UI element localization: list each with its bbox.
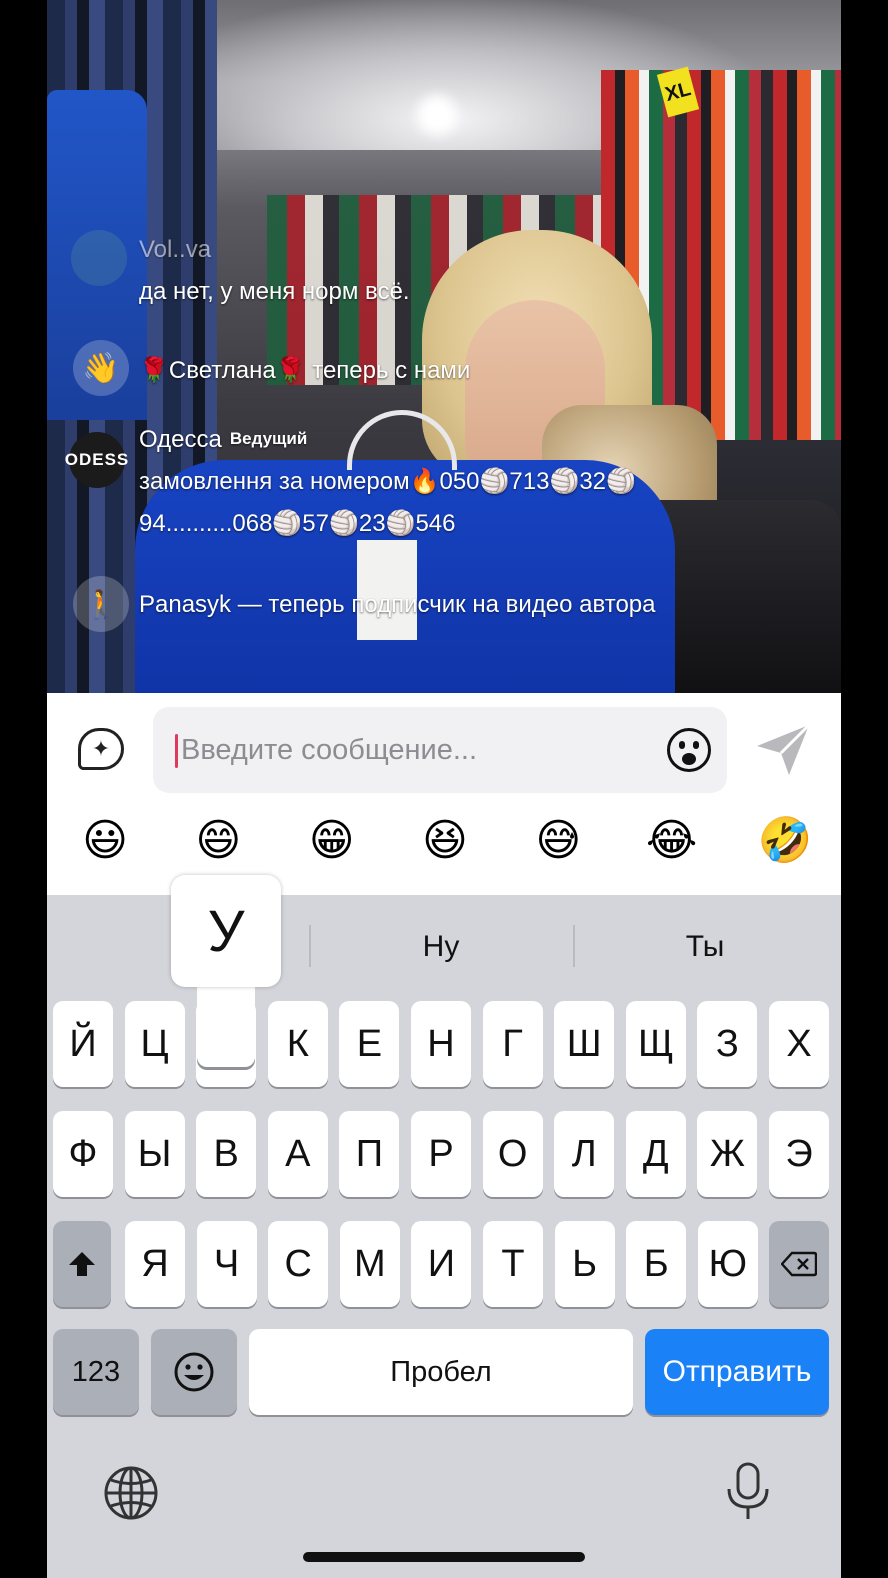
emoji-rofl[interactable]: 🤣 [755,811,815,871]
letter-key[interactable]: В [196,1111,257,1197]
emoji-keyboard-key[interactable] [151,1329,237,1415]
numbers-key[interactable]: 123 [53,1329,139,1415]
chat-message: да нет, у меня норм всё. [139,278,410,305]
letter-key[interactable]: И [411,1221,472,1307]
shift-icon [69,1252,95,1276]
chat-username[interactable]: Одесса [139,426,222,453]
chat-avatar-odessa[interactable]: ODESS [65,432,128,488]
letter-key[interactable]: Е [339,1001,400,1087]
letter-key[interactable]: З [697,1001,758,1087]
backspace-key[interactable] [769,1221,829,1307]
home-indicator [303,1552,585,1562]
chat-message: 94..........068🏐57🏐23🏐546 [139,510,456,537]
letter-key[interactable]: Т [483,1221,543,1307]
popup-letter: У [171,875,281,987]
price-tag [357,540,417,640]
letter-key[interactable]: Я [125,1221,185,1307]
letter-key[interactable]: Ы [124,1111,185,1197]
globe-icon[interactable] [103,1465,159,1521]
letter-key[interactable]: Э [769,1111,829,1197]
host-badge: Ведущий [229,429,308,448]
letter-key[interactable]: Д [625,1111,686,1197]
chat-message: замовлення за номером🔥050🏐713🏐32🏐 [139,468,636,495]
letter-key[interactable]: Б [626,1221,687,1307]
emoji-joy[interactable]: 😂 [642,811,702,871]
emoji-sweat-smile[interactable]: 😅 [528,811,588,871]
letter-key[interactable]: Ш [554,1001,615,1087]
letter-key[interactable]: О [482,1111,543,1197]
chat-avatar[interactable] [71,230,127,286]
emoji-smiley[interactable]: 😃 [75,811,135,871]
follow-icon: 🚶 [73,576,129,632]
microphone-icon[interactable] [723,1461,773,1523]
letter-key[interactable]: Ч [196,1221,257,1307]
letter-key[interactable]: Ф [53,1111,113,1197]
wave-icon: 👋 [73,340,129,396]
emoji-smile[interactable]: 😄 [188,811,248,871]
letter-key[interactable]: Ю [697,1221,758,1307]
message-box[interactable] [153,707,727,793]
lamp [417,95,457,135]
key-press-popup: У [171,875,281,1067]
letter-key[interactable]: Щ [625,1001,686,1087]
emoji-laughing[interactable]: 😆 [415,811,475,871]
letter-key[interactable]: П [339,1111,400,1197]
shift-key[interactable] [53,1221,111,1307]
letter-key[interactable]: Ь [554,1221,615,1307]
emoji-icon [174,1352,214,1392]
sparkle-icon: ✦ [78,728,124,770]
comment-composer: ✦ 😃 😄 😁 😆 😅 😂 🤣 [47,693,841,895]
live-video[interactable]: XL XL Vol..va да нет, у меня норм всё. 👋… [47,0,841,693]
text-caret [175,734,178,768]
space-key[interactable]: Пробел [249,1329,633,1415]
join-notice: 🌹Светлана🌹 теперь с нами [139,357,471,384]
letter-key[interactable]: Н [411,1001,471,1087]
emoji-grin[interactable]: 😁 [302,811,362,871]
message-input[interactable] [181,707,641,793]
quick-emoji-bar: 😃 😄 😁 😆 😅 😂 🤣 [47,811,841,881]
letter-key[interactable]: Й [53,1001,113,1087]
letter-key[interactable]: Г [482,1001,543,1087]
letter-key[interactable]: С [268,1221,329,1307]
backspace-icon [781,1251,817,1277]
send-key[interactable]: Отправить [645,1329,829,1415]
letter-key[interactable]: Х [769,1001,829,1087]
letter-key[interactable]: А [267,1111,328,1197]
letter-key[interactable]: Р [411,1111,471,1197]
follow-notice: Panasyk — теперь подписчик на видео авто… [139,591,656,618]
screen: XL XL Vol..va да нет, у меня норм всё. 👋… [47,0,841,1578]
letter-key[interactable]: Л [554,1111,615,1197]
suggestion[interactable]: Ну [311,917,571,977]
letter-key[interactable]: Ж [697,1111,758,1197]
chat-host-line: Одесса Ведущий [139,426,307,454]
ai-assist-button[interactable]: ✦ [75,723,127,775]
chat-username[interactable]: Vol..va [139,236,211,264]
keyboard: Ну Ты ЙЦКЕНГШЩЗХ ФЫВАПРОЛДЖЭ ЯЧСМИТЬБЮ 1… [47,875,841,1578]
letter-key[interactable]: М [339,1221,400,1307]
send-icon[interactable] [753,719,813,779]
emoji-picker-icon[interactable] [667,728,711,772]
suggestion-bar: Ну Ты [47,895,841,995]
suggestion[interactable]: Ты [575,917,835,977]
